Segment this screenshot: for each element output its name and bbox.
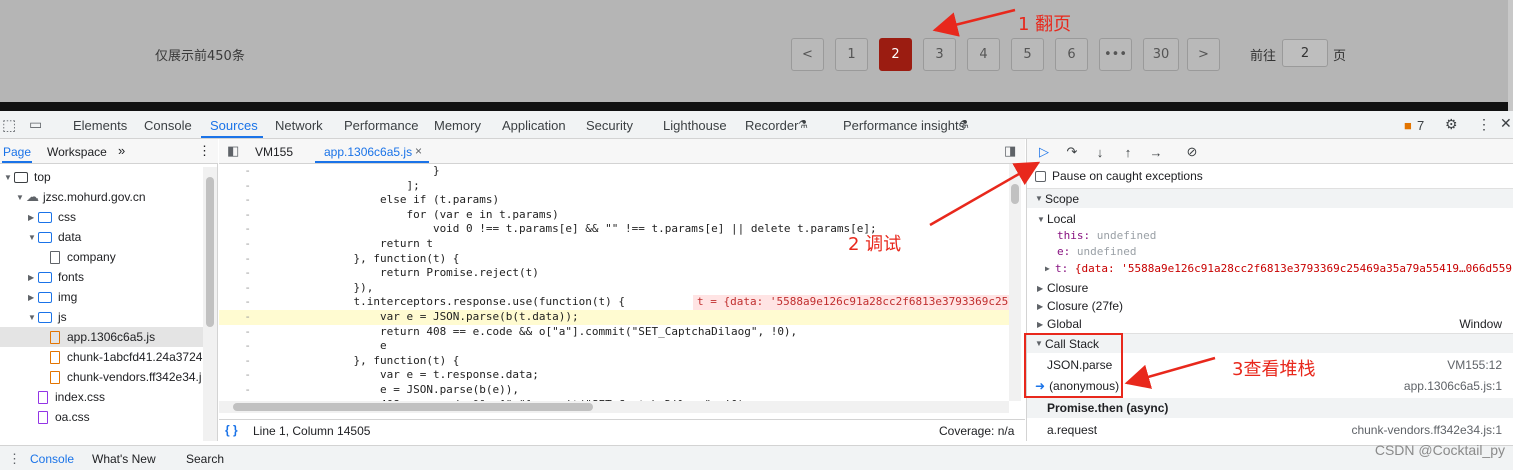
arrow-to-pagination: [932, 8, 1016, 37]
annotation-arrows: [929, 8, 1216, 389]
annotation-debug: 2 调试: [848, 234, 902, 255]
annotation-view-stack: 3查看堆栈: [1232, 359, 1316, 380]
arrow-to-resume-button: [929, 161, 1041, 227]
annotation-page-turn: 1 翻页: [1018, 14, 1072, 35]
arrow-to-call-stack: [1124, 356, 1216, 389]
callstack-highlight-box: [1024, 333, 1123, 398]
watermark: CSDN @Cocktail_py: [1374, 442, 1505, 458]
